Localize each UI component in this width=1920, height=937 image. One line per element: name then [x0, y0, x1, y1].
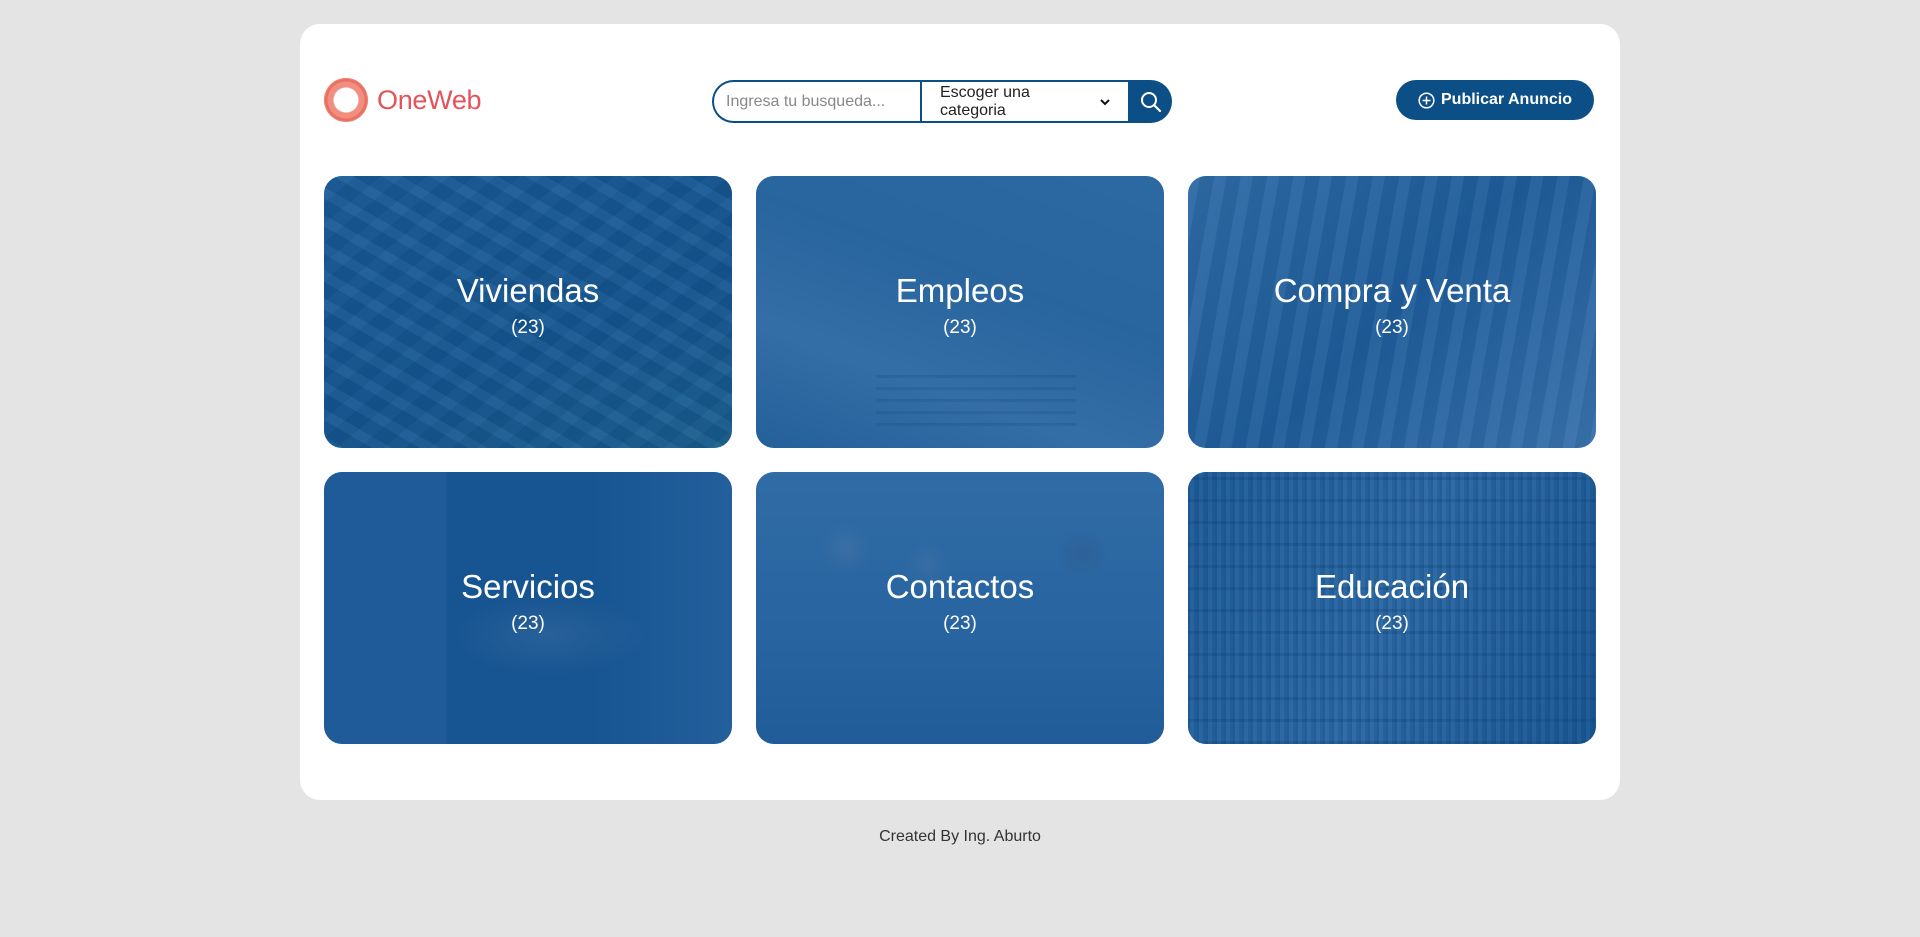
logo-icon: [324, 78, 368, 122]
category-count: (23): [511, 613, 545, 634]
search-icon: [1141, 91, 1162, 112]
category-title: Contactos: [885, 568, 1035, 605]
search-button[interactable]: [1130, 80, 1172, 123]
category-card-educacion[interactable]: Educación (23): [1188, 472, 1596, 744]
chevron-down-icon: [1100, 98, 1110, 105]
category-grid: Viviendas (23) Empleos (23) Compra y Ven…: [324, 176, 1596, 744]
category-count: (23): [943, 317, 977, 338]
category-title: Compra y Venta: [1273, 272, 1511, 309]
publish-ad-label: Publicar Anuncio: [1441, 91, 1572, 108]
category-count: (23): [1375, 613, 1409, 634]
category-select[interactable]: Escoger una categoria: [920, 80, 1130, 123]
logo[interactable]: OneWeb: [324, 78, 482, 122]
search-input[interactable]: [712, 80, 920, 123]
category-title: Viviendas: [456, 272, 600, 309]
brand-name: OneWeb: [377, 84, 482, 115]
category-count: (23): [1375, 317, 1409, 338]
category-select-value: Escoger una categoria: [940, 83, 1030, 119]
plus-circle-icon: [1418, 91, 1435, 109]
main-panel: OneWeb Escoger una categoria Publicar An…: [300, 24, 1620, 800]
search-bar: Escoger una categoria: [712, 80, 1172, 123]
publish-ad-button[interactable]: Publicar Anuncio: [1396, 80, 1594, 120]
footer-credit: Created By Ing. Aburto: [879, 828, 1041, 845]
category-card-servicios[interactable]: Servicios (23): [324, 472, 732, 744]
category-card-contactos[interactable]: Contactos (23): [756, 472, 1164, 744]
category-count: (23): [511, 317, 545, 338]
category-title: Servicios: [461, 568, 595, 605]
category-title: Educación: [1314, 568, 1470, 605]
category-title: Empleos: [895, 272, 1025, 309]
category-card-viviendas[interactable]: Viviendas (23): [324, 176, 732, 448]
category-count: (23): [943, 613, 977, 634]
category-card-empleos[interactable]: Empleos (23): [756, 176, 1164, 448]
category-card-compra-venta[interactable]: Compra y Venta (23): [1188, 176, 1596, 448]
